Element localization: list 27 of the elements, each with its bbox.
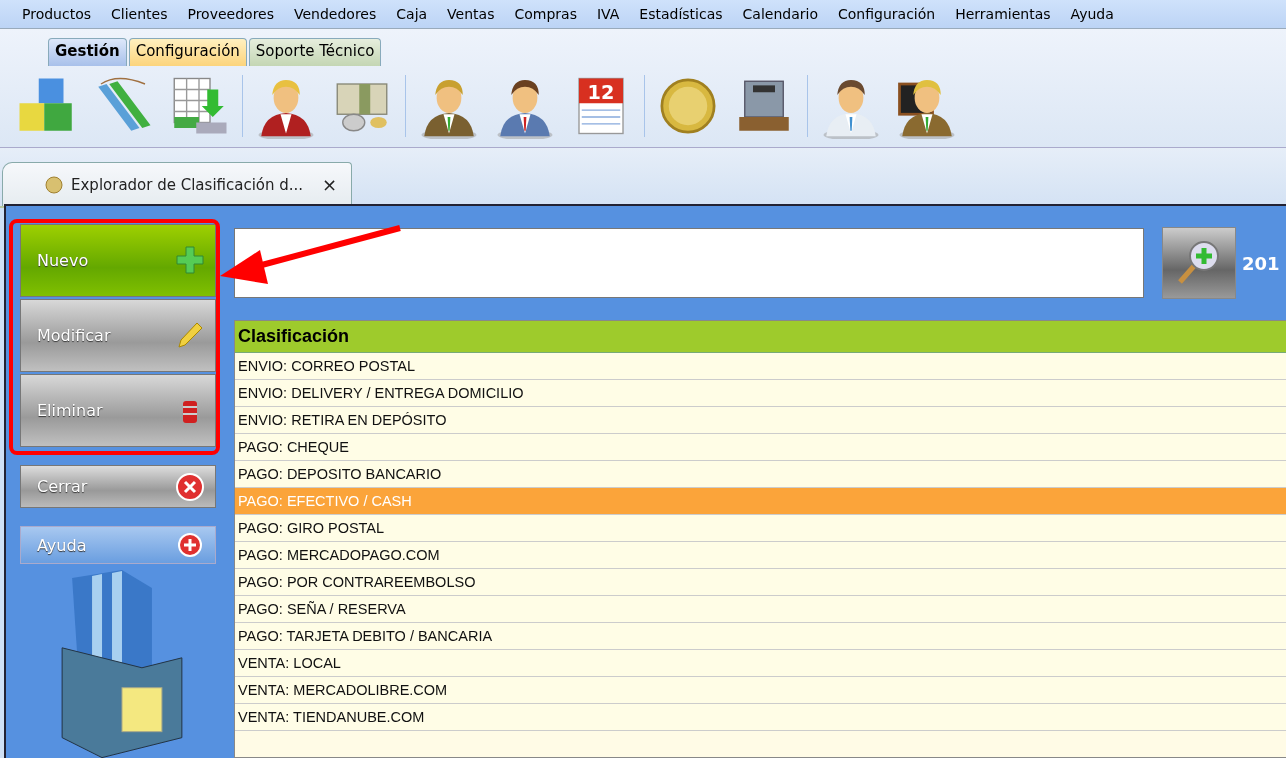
search-button[interactable]	[1162, 227, 1236, 299]
menu-item[interactable]: Configuración	[828, 6, 946, 22]
menu-item[interactable]: Herramientas	[945, 6, 1061, 22]
year-label: 201	[1242, 252, 1280, 274]
column-header[interactable]: Clasificación	[235, 321, 1286, 353]
coin-icon	[45, 175, 63, 194]
close-icon	[175, 471, 205, 502]
menu-item[interactable]: Proveedores	[177, 6, 284, 22]
menu-item[interactable]: Calendario	[732, 6, 828, 22]
menu-item[interactable]: Caja	[386, 6, 438, 22]
menu-item[interactable]: Clientes	[101, 6, 178, 22]
close-tab-button[interactable]: ×	[321, 174, 337, 195]
menu-item[interactable]: Vendedores	[284, 6, 387, 22]
menu-item[interactable]: Ventas	[437, 6, 505, 22]
search-field[interactable]	[234, 228, 1144, 298]
plus-icon	[175, 245, 205, 276]
ribbon-tab[interactable]: Gestión	[48, 38, 127, 66]
tab-title: Explorador de Clasificación d...	[71, 175, 305, 194]
ribbon-tab[interactable]: Configuración	[128, 38, 247, 66]
ribbon-tab[interactable]: Soporte Técnico	[248, 38, 382, 66]
menu-item[interactable]: Compras	[504, 6, 587, 22]
pencil-icon	[175, 320, 205, 351]
menu-item[interactable]: Ayuda	[1060, 6, 1124, 22]
menu-item[interactable]: Productos	[12, 6, 101, 22]
menu-item[interactable]: Estadísticas	[629, 6, 733, 22]
document-tab[interactable]: Explorador de Clasificación d... ×	[2, 162, 352, 206]
menu-item[interactable]: IVA	[586, 6, 630, 22]
